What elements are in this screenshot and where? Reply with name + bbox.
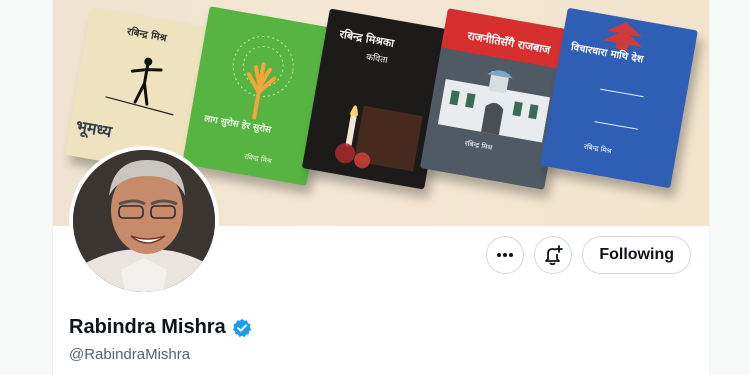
notifications-button[interactable]	[534, 236, 573, 274]
book-cover-5: विचारधारा माथि देश रबिन्द्र मिश्र	[540, 7, 698, 189]
book-author: रबिन्द्र मिश्र	[243, 152, 273, 166]
book-bottom-title: भूमध्य	[74, 116, 114, 142]
verified-badge-icon[interactable]	[232, 318, 252, 338]
book-subtitle: कविता	[365, 52, 389, 67]
avatar-photo	[73, 150, 215, 292]
book-author: रबिन्द्र मिश्र	[464, 139, 493, 153]
tree-hand-illustration	[232, 35, 294, 120]
book-author: रबिन्द्र मिश्र	[583, 142, 613, 156]
book-title: रबिन्द्र मिश्र	[126, 26, 168, 45]
book-title: रबिन्द्र मिश्रका	[338, 27, 396, 51]
more-button[interactable]	[486, 236, 525, 274]
candle-illustration	[335, 105, 423, 172]
avatar[interactable]	[69, 146, 219, 296]
username-handle: @RabindraMishra	[69, 346, 191, 363]
profile-card: रबिन्द्र मिश्र भूमध्य लाग सुरोस हेर सुरो…	[52, 0, 710, 375]
following-button[interactable]: Following	[582, 236, 691, 274]
display-name: Rabindra Mishra	[69, 316, 226, 338]
tightrope-walker-illustration	[105, 57, 174, 116]
profile-actions: Following	[486, 236, 691, 274]
bell-plus-icon	[545, 245, 564, 266]
palace-illustration	[437, 70, 551, 143]
name-row: Rabindra Mishra	[69, 316, 252, 339]
more-horizontal-icon	[497, 253, 514, 257]
